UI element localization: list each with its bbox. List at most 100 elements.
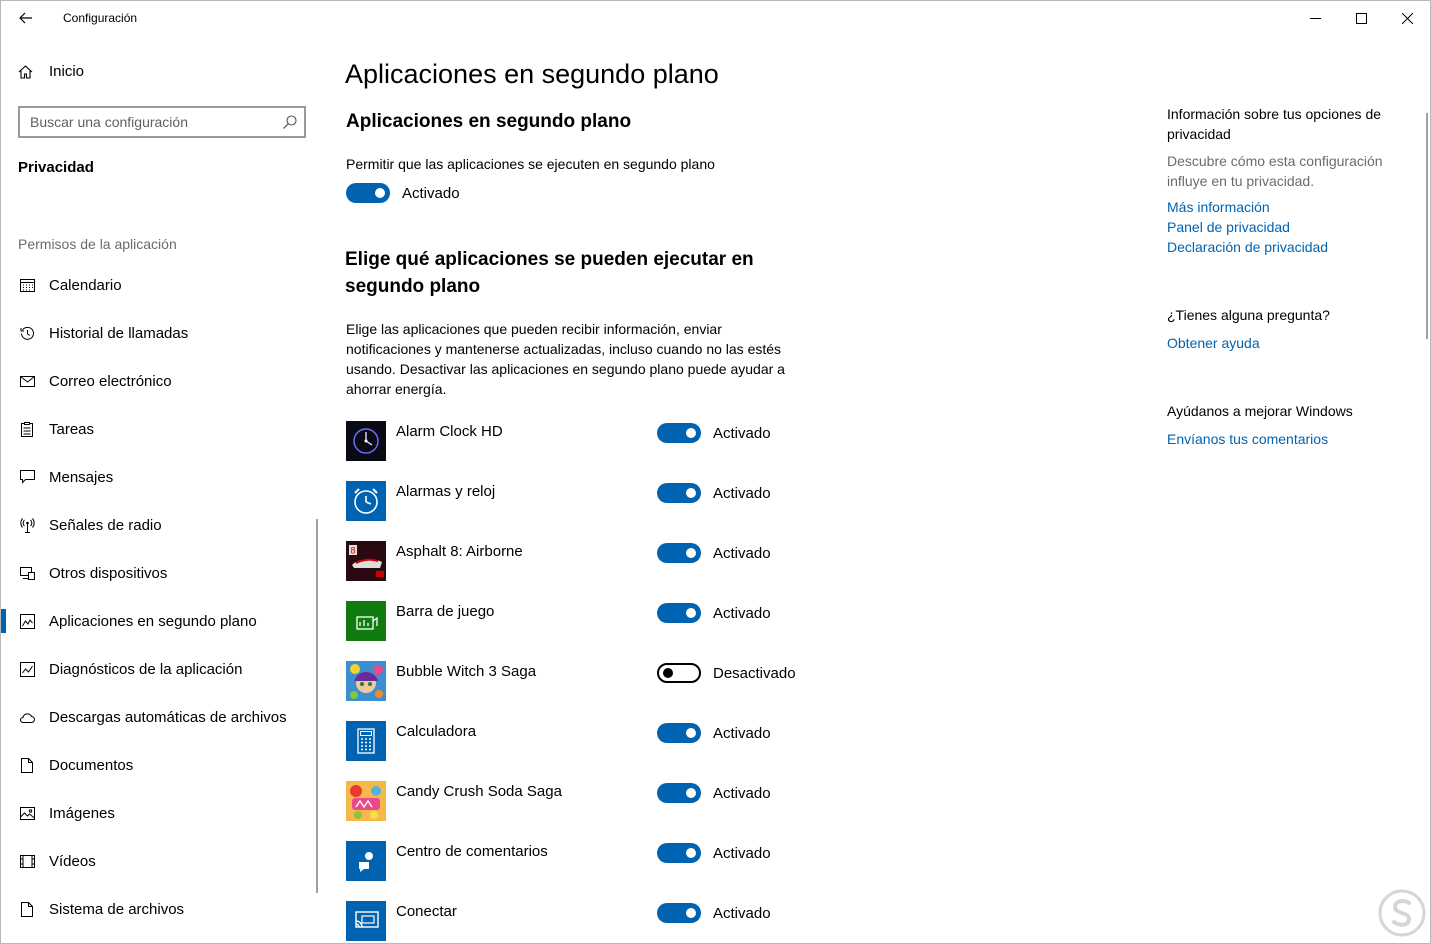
close-button[interactable]: [1384, 1, 1430, 35]
app-toggle-wrap: Activado: [657, 483, 771, 503]
sidebar-item-otros-dispositivos[interactable]: Otros dispositivos: [1, 549, 319, 597]
app-toggle[interactable]: [657, 903, 701, 923]
toggle-knob: [686, 728, 696, 738]
toggle-knob: [375, 188, 385, 198]
sidebar-item-label: Imágenes: [49, 804, 115, 822]
app-toggle-label: Activado: [713, 484, 771, 502]
sidebar-item-label: Otros dispositivos: [49, 564, 168, 582]
send-feedback-link[interactable]: Envíanos tus comentarios: [1167, 431, 1328, 447]
alarms-clock-icon: [346, 481, 386, 521]
devices-icon: [19, 565, 35, 581]
app-toggle-wrap: Desactivado: [657, 663, 796, 683]
feedback-hub-icon: [346, 841, 386, 881]
app-name: Barra de juego: [396, 603, 495, 620]
privacy-statement-link[interactable]: Declaración de privacidad: [1167, 239, 1328, 255]
maximize-button[interactable]: [1338, 1, 1384, 35]
toggle-knob: [686, 788, 696, 798]
privacy-dashboard-link[interactable]: Panel de privacidad: [1167, 219, 1290, 235]
main-scrollbar[interactable]: [1426, 113, 1428, 339]
toggle-knob: [686, 908, 696, 918]
app-toggle[interactable]: [657, 783, 701, 803]
sidebar-item-label: Sistema de archivos: [49, 900, 185, 918]
app-toggle-wrap: Activado: [657, 723, 771, 743]
master-toggle-label: Activado: [402, 184, 460, 202]
sidebar-item-label: Descargas automáticas de archivos: [49, 708, 287, 726]
background-apps-icon: [19, 613, 35, 629]
app-toggle[interactable]: [657, 423, 701, 443]
sidebar-item-historial[interactable]: Historial de llamadas: [1, 309, 319, 357]
diagnostics-icon: [19, 661, 35, 677]
app-row: Centro de comentarios Activado: [346, 841, 816, 901]
file-system-icon: [19, 901, 35, 917]
app-toggle-wrap: Activado: [657, 423, 771, 443]
search-input[interactable]: [20, 108, 304, 136]
app-row: Candy Crush Soda Saga Activado: [346, 781, 816, 841]
sidebar-scrollbar[interactable]: [316, 519, 318, 893]
app-toggle[interactable]: [657, 483, 701, 503]
sidebar-item-label: Vídeos: [49, 852, 96, 870]
app-row: Alarm Clock HD Activado: [346, 421, 816, 481]
more-info-link[interactable]: Más información: [1167, 199, 1270, 215]
sidebar-item-correo[interactable]: Correo electrónico: [1, 357, 319, 405]
history-icon: [19, 325, 35, 341]
sidebar-home[interactable]: Inicio: [18, 63, 84, 80]
toggle-knob: [686, 608, 696, 618]
sidebar-item-descargas[interactable]: Descargas automáticas de archivos: [1, 693, 319, 741]
app-toggle-label: Activado: [713, 784, 771, 802]
image-icon: [19, 805, 35, 821]
nav-list: Calendario Historial de llamadas Correo …: [1, 261, 319, 933]
search-icon[interactable]: [282, 114, 298, 130]
app-toggle-label: Activado: [713, 724, 771, 742]
sidebar-item-mensajes[interactable]: Mensajes: [1, 453, 319, 501]
app-toggle[interactable]: [657, 603, 701, 623]
app-toggle-label: Activado: [713, 544, 771, 562]
app-toggle[interactable]: [657, 723, 701, 743]
app-toggle-label: Activado: [713, 844, 771, 862]
mail-icon: [19, 373, 35, 389]
calculator-icon: [346, 721, 386, 761]
alarm-clock-hd-icon: [346, 421, 386, 461]
page-title: Aplicaciones en segundo plano: [345, 59, 719, 89]
app-row: 8 Asphalt 8: Airborne Activado: [346, 541, 816, 601]
sidebar-item-sistema-archivos[interactable]: Sistema de archivos: [1, 885, 319, 933]
app-toggle-wrap: Activado: [657, 603, 771, 623]
search-box[interactable]: [18, 106, 306, 138]
app-toggle[interactable]: [657, 543, 701, 563]
sidebar-item-diagnosticos[interactable]: Diagnósticos de la aplicación: [1, 645, 319, 693]
back-button[interactable]: [9, 3, 43, 33]
title-bar: Configuración: [1, 1, 1430, 35]
app-row: Barra de juego Activado: [346, 601, 816, 661]
app-toggle-label: Desactivado: [713, 664, 796, 682]
sidebar-item-videos[interactable]: Vídeos: [1, 837, 319, 885]
app-name: Alarmas y reloj: [396, 483, 496, 500]
app-toggle[interactable]: [657, 843, 701, 863]
app-name: Candy Crush Soda Saga: [396, 783, 562, 800]
toggle-knob: [686, 548, 696, 558]
sidebar-item-label: Mensajes: [49, 468, 114, 486]
app-row: Calculadora Activado: [346, 721, 816, 781]
app-toggle-wrap: Activado: [657, 783, 771, 803]
group-title: Permisos de la aplicación: [18, 236, 177, 252]
sidebar-item-radio[interactable]: Señales de radio: [1, 501, 319, 549]
calendar-icon: [19, 277, 35, 293]
document-icon: [19, 757, 35, 773]
minimize-button[interactable]: [1292, 1, 1338, 35]
sidebar-item-imagenes[interactable]: Imágenes: [1, 789, 319, 837]
app-name: Asphalt 8: Airborne: [396, 543, 523, 560]
sidebar-item-documentos[interactable]: Documentos: [1, 741, 319, 789]
app-name: Conectar: [396, 903, 457, 920]
sidebar-item-label: Diagnósticos de la aplicación: [49, 660, 243, 678]
settings-window: Configuración Inicio Privacidad Permisos…: [0, 0, 1431, 944]
privacy-info-description: Descubre cómo esta configuración influye…: [1167, 153, 1383, 189]
sidebar-item-apps-segundo-plano[interactable]: Aplicaciones en segundo plano: [1, 597, 319, 645]
sidebar-item-calendario[interactable]: Calendario: [1, 261, 319, 309]
master-toggle[interactable]: [346, 183, 390, 203]
app-toggle[interactable]: [657, 663, 701, 683]
sidebar-item-tareas[interactable]: Tareas: [1, 405, 319, 453]
apps-list: Alarm Clock HD Activado Alarmas y reloj …: [346, 421, 816, 943]
get-help-link[interactable]: Obtener ayuda: [1167, 335, 1260, 351]
sidebar: Inicio Privacidad Permisos de la aplicac…: [1, 35, 321, 943]
sidebar-item-label: Documentos: [49, 756, 134, 774]
app-name: Calculadora: [396, 723, 477, 740]
toggle-knob: [686, 488, 696, 498]
